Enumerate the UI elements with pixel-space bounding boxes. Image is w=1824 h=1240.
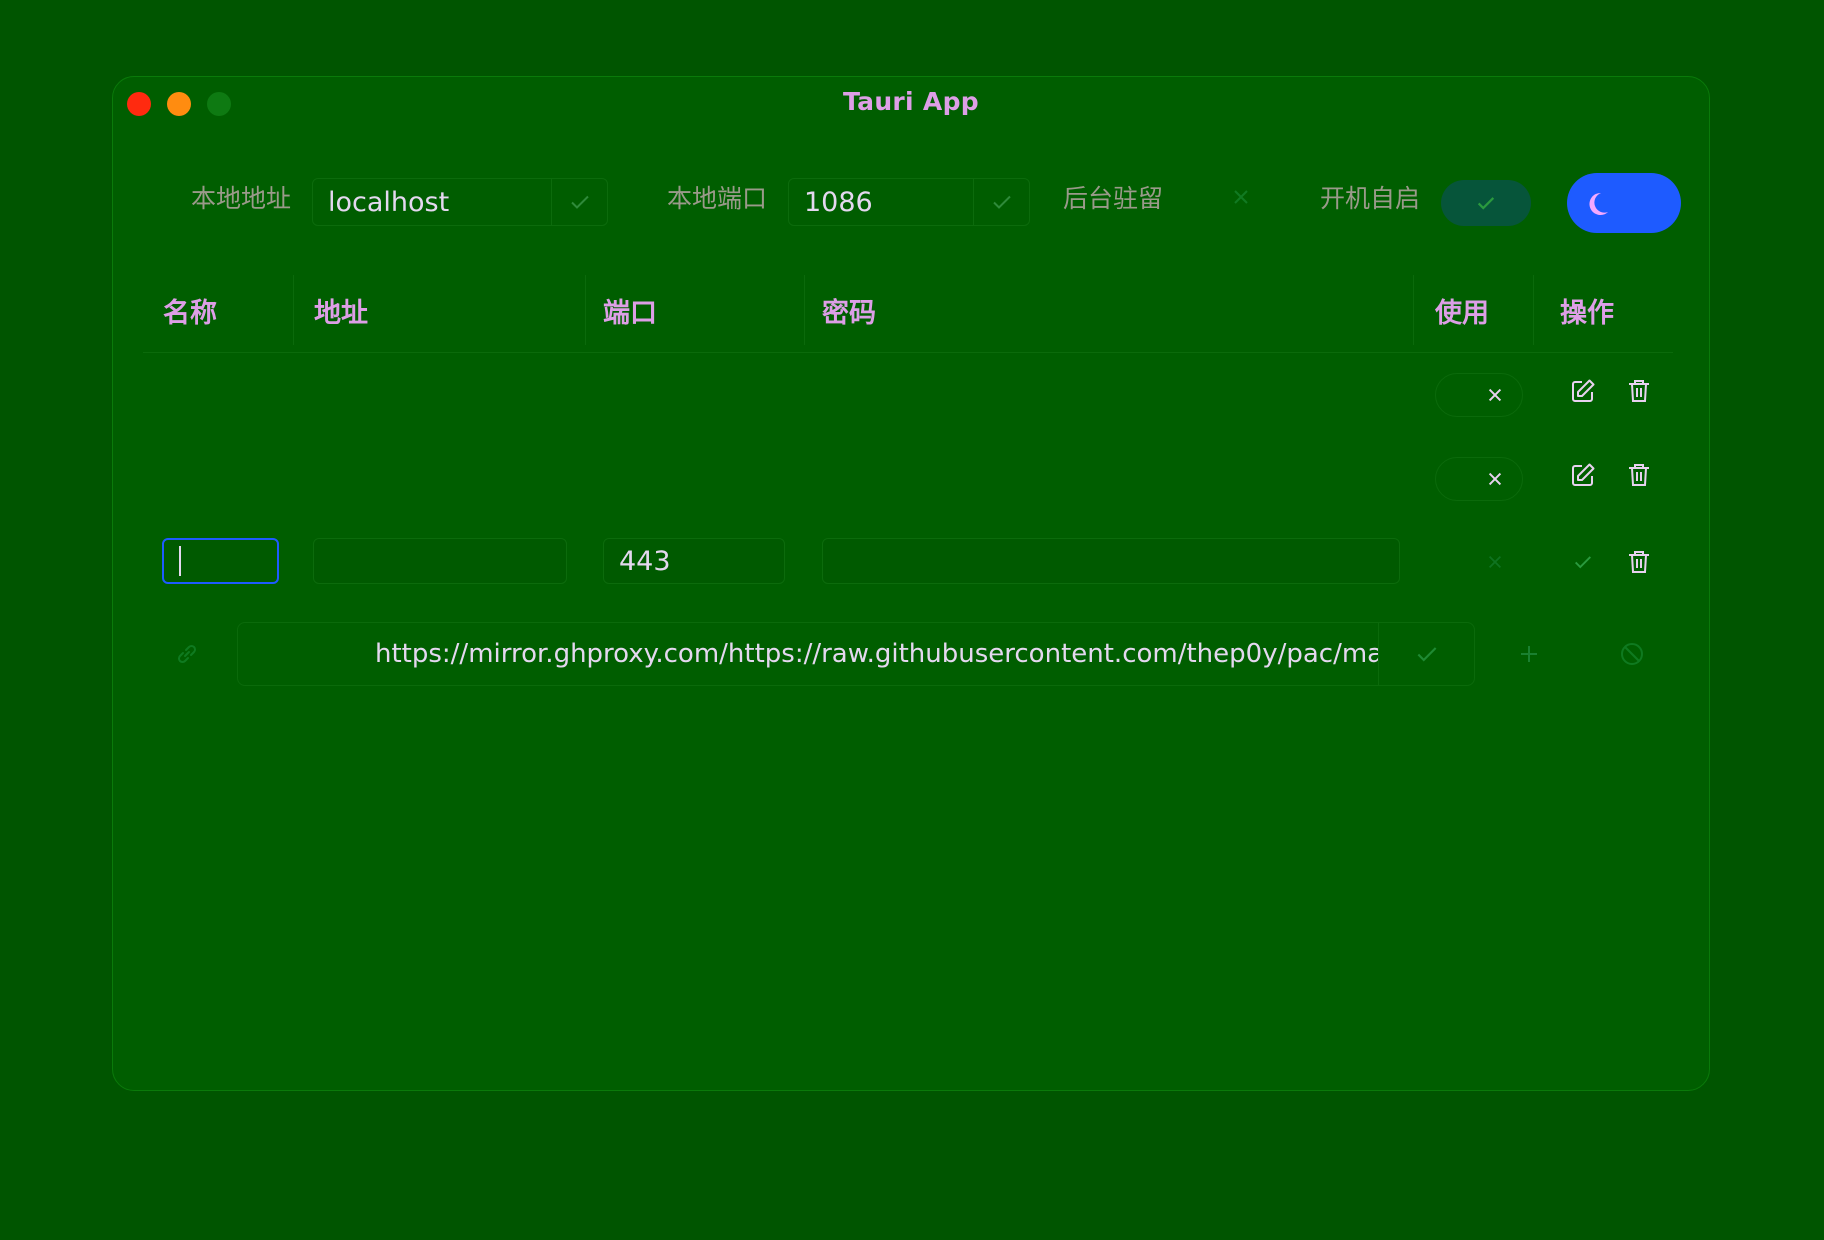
table-header-divider [143, 352, 1673, 353]
window-title: Tauri App [843, 87, 979, 116]
local-port-label: 本地端口 [667, 184, 768, 213]
check-icon [1575, 556, 1591, 569]
col-divider [804, 275, 805, 345]
pac-url-field[interactable]: https://mirror.ghproxy.com/https://raw.g… [237, 622, 1475, 686]
text-caret [179, 546, 181, 576]
col-header-port: 端口 [603, 298, 657, 329]
password-input[interactable] [822, 538, 1400, 584]
edit-button[interactable] [1567, 375, 1599, 407]
local-port-field[interactable]: 1086 [788, 178, 1030, 226]
name-input[interactable] [162, 538, 279, 584]
local-address-label: 本地地址 [191, 184, 292, 213]
in-use-toggle[interactable] [1435, 457, 1523, 501]
in-use-toggle[interactable] [1435, 373, 1523, 417]
col-header-password: 密码 [822, 298, 876, 329]
address-input[interactable] [313, 538, 567, 584]
local-address-input[interactable]: localhost [313, 187, 551, 218]
confirm-pac-url-button[interactable] [1378, 623, 1474, 685]
autostart-label-wrap: 开机自启 [1320, 173, 1420, 221]
local-address-field[interactable]: localhost [312, 178, 608, 226]
save-row-button[interactable] [1567, 546, 1599, 578]
col-divider [1533, 275, 1534, 345]
pac-link-icon-wrap [171, 638, 203, 670]
port-input[interactable]: 443 [603, 538, 785, 584]
background-toggle[interactable] [1231, 184, 1251, 214]
autostart-label: 开机自启 [1320, 184, 1421, 213]
moon-icon [1589, 192, 1608, 215]
check-icon [992, 195, 1011, 209]
col-header-name: 名称 [163, 298, 217, 329]
trash-icon [1629, 464, 1649, 486]
theme-toggle-button[interactable] [1567, 173, 1681, 233]
app-window: Tauri App 本地地址 localhost 本地端口 1086 后台驻留 … [112, 76, 1710, 1091]
col-divider [1413, 275, 1414, 345]
pac-url-input[interactable]: https://mirror.ghproxy.com/https://raw.g… [375, 639, 1378, 669]
plus-icon [1521, 646, 1537, 662]
close-icon [1234, 190, 1248, 204]
col-header-address: 地址 [314, 298, 368, 329]
col-header-actions: 操作 [1560, 298, 1614, 329]
trash-icon [1629, 380, 1649, 402]
local-port-input[interactable]: 1086 [789, 187, 973, 218]
check-icon [570, 195, 589, 209]
edit-button[interactable] [1567, 459, 1599, 491]
confirm-local-address-button[interactable] [551, 179, 607, 225]
col-divider [293, 275, 294, 345]
trash-icon [1629, 551, 1649, 573]
add-server-button[interactable] [1513, 638, 1545, 670]
background-label-wrap: 后台驻留 [1063, 173, 1163, 221]
delete-button[interactable] [1623, 375, 1655, 407]
local-port-label-wrap: 本地端口 [667, 173, 767, 221]
edit-icon [1572, 463, 1595, 486]
check-icon [1417, 647, 1436, 662]
close-icon [1488, 472, 1502, 486]
background-label: 后台驻留 [1063, 184, 1164, 213]
confirm-local-port-button[interactable] [973, 179, 1029, 225]
edit-icon [1572, 379, 1595, 402]
disable-pac-button[interactable] [1616, 638, 1648, 670]
delete-button[interactable] [1623, 546, 1655, 578]
check-icon [1477, 197, 1495, 210]
link-icon [177, 644, 197, 664]
close-icon [1488, 388, 1502, 402]
ban-icon [1621, 643, 1643, 665]
col-header-in-use: 使用 [1435, 298, 1489, 329]
close-icon [1488, 555, 1502, 569]
autostart-switch[interactable] [1441, 180, 1531, 226]
local-address-label-wrap: 本地地址 [191, 173, 291, 221]
in-use-toggle-disabled [1479, 546, 1511, 578]
delete-button[interactable] [1623, 459, 1655, 491]
col-divider [585, 275, 586, 345]
